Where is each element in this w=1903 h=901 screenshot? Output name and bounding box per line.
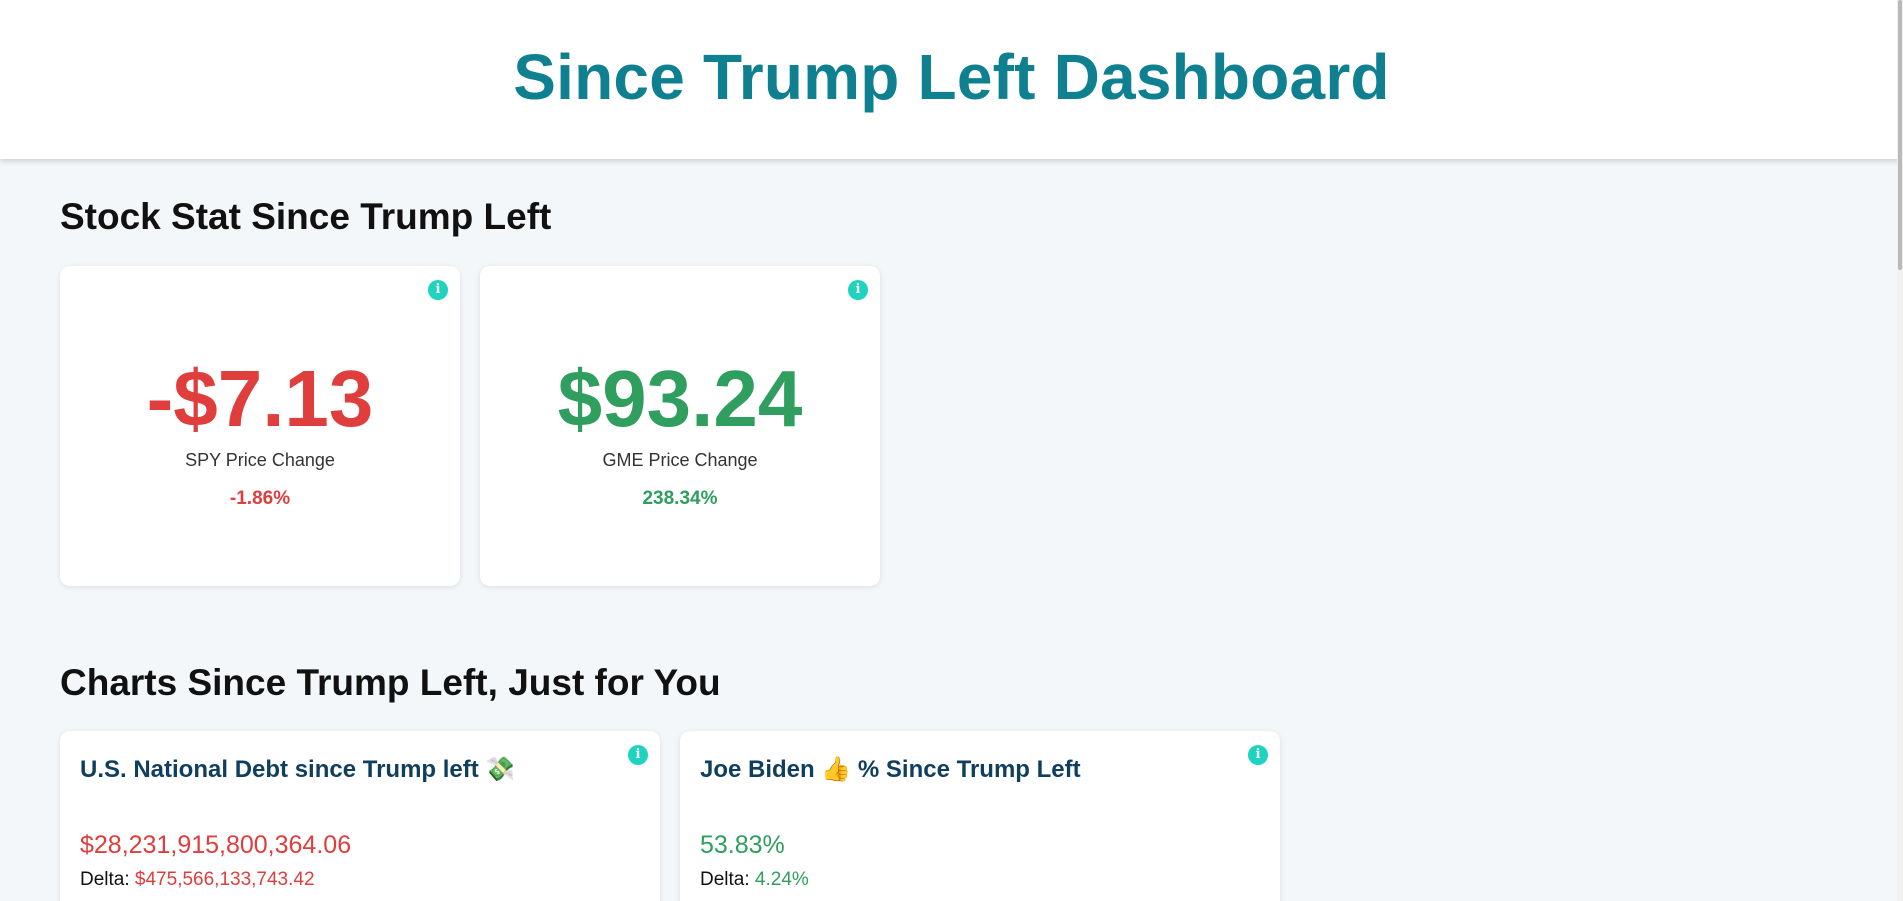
page-title: Since Trump Left Dashboard: [513, 41, 1390, 113]
spy-percent-change: -1.86%: [229, 488, 291, 509]
charts-section-title: Charts Since Trump Left, Just for You: [60, 662, 721, 703]
page-header: Since Trump Left Dashboard: [0, 0, 1903, 159]
stocks-section-title: Stock Stat Since Trump Left: [60, 196, 552, 237]
gme-percent-change: 238.34%: [642, 488, 718, 509]
info-icon[interactable]: i: [428, 280, 448, 300]
gme-stat-card: i $93.24 GME Price Change 238.34%: [480, 266, 880, 586]
scrollbar-thumb[interactable]: [1898, 0, 1902, 270]
delta-label: Delta:: [80, 869, 130, 890]
spy-price-change-value: -$7.13: [146, 354, 374, 443]
national-debt-value: $28,231,915,800,364.06: [80, 831, 352, 859]
spy-price-change-label: SPY Price Change: [185, 450, 335, 470]
national-debt-chart-card: i U.S. National Debt since Trump left 💸 …: [60, 731, 660, 901]
national-debt-chart-title: U.S. National Debt since Trump left 💸: [80, 756, 516, 783]
info-icon[interactable]: i: [628, 745, 648, 765]
gme-price-change-value: $93.24: [557, 354, 803, 443]
national-debt-delta-value: $475,566,133,743.42: [134, 869, 315, 890]
spy-stat-card: i -$7.13 SPY Price Change -1.86%: [60, 266, 460, 586]
national-debt-delta: Delta: $475,566,133,743.42: [80, 869, 315, 891]
biden-approval-delta: Delta: 4.24%: [700, 869, 809, 891]
dashboard-page: Since Trump Left Dashboard Stock Stat Si…: [0, 0, 1903, 901]
delta-label: Delta:: [700, 869, 750, 890]
biden-approval-chart-title: Joe Biden 👍 % Since Trump Left: [700, 756, 1081, 783]
gme-price-change-label: GME Price Change: [602, 450, 758, 470]
biden-approval-value: 53.83%: [700, 831, 785, 859]
info-icon[interactable]: i: [848, 280, 868, 300]
biden-approval-delta-value: 4.24%: [754, 869, 809, 890]
vertical-scrollbar[interactable]: [1897, 0, 1903, 901]
biden-approval-chart-card: i Joe Biden 👍 % Since Trump Left 53.83% …: [680, 731, 1280, 901]
info-icon[interactable]: i: [1248, 745, 1268, 765]
